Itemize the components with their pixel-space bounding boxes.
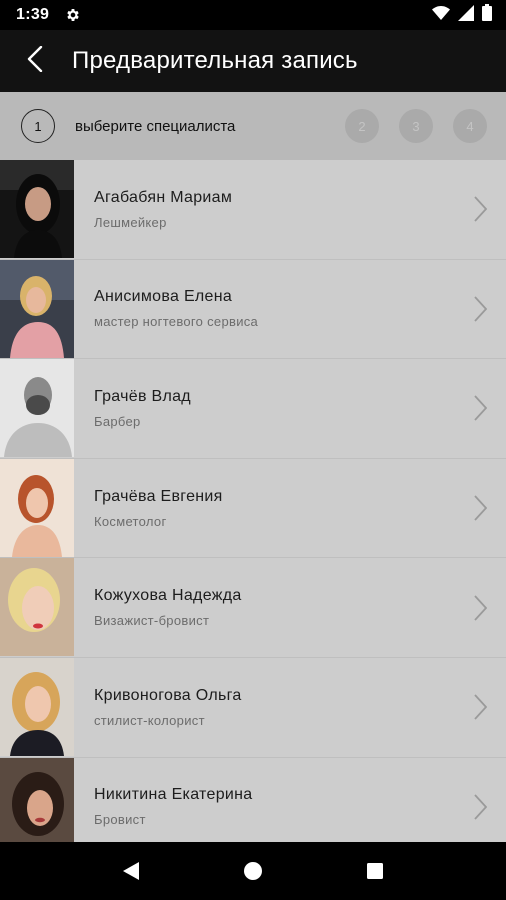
avatar — [0, 160, 74, 258]
back-arrow-icon — [27, 45, 43, 77]
avatar — [0, 259, 74, 358]
back-button[interactable] — [6, 30, 64, 92]
page-title: Предварительная запись — [72, 47, 358, 74]
specialist-role: Косметолог — [94, 513, 167, 529]
back-triangle-icon[interactable] — [111, 851, 151, 891]
chevron-right-icon — [454, 658, 506, 757]
specialist-role: Барбер — [94, 413, 141, 429]
specialist-row[interactable]: Грачёва Евгения Косметолог — [0, 458, 506, 559]
stepper: 1 выберите специалиста 2 3 4 — [0, 92, 506, 160]
specialist-row[interactable]: Агабабян Мариам Лешмейкер — [0, 160, 506, 260]
specialist-row[interactable]: Никитина Екатерина Бровист — [0, 757, 506, 842]
system-nav-bar — [0, 842, 506, 900]
status-time: 1:39 — [16, 6, 50, 23]
specialist-role: Визажист-бровист — [94, 613, 210, 629]
specialist-name: Кривоногова Ольга — [94, 686, 242, 704]
step-label: выберите специалиста — [75, 117, 236, 135]
chevron-right-icon — [454, 558, 506, 657]
gear-icon — [65, 7, 81, 23]
specialist-role: мастер ногтевого сервиса — [94, 314, 259, 330]
specialist-list: Агабабян Мариам Лешмейкер Анисимова Елен… — [0, 160, 506, 842]
home-circle-icon[interactable] — [233, 851, 273, 891]
signal-icon — [458, 4, 474, 26]
specialist-role: Лешмейкер — [94, 214, 167, 230]
specialist-name: Никитина Екатерина — [94, 786, 253, 804]
avatar — [0, 458, 74, 557]
wifi-icon — [432, 5, 450, 26]
specialist-row[interactable]: Кривоногова Ольга стилист-колорист — [0, 657, 506, 758]
step-1-indicator: 1 — [21, 109, 55, 143]
avatar — [0, 558, 74, 657]
avatar — [0, 657, 74, 756]
specialist-row[interactable]: Анисимова Елена мастер ногтевого сервиса — [0, 259, 506, 360]
app-bar: Предварительная запись — [0, 30, 506, 92]
specialist-name: Кожухова Надежда — [94, 587, 242, 605]
recents-square-icon[interactable] — [355, 851, 395, 891]
step-2-indicator: 2 — [345, 109, 379, 143]
specialist-name: Грачёва Евгения — [94, 487, 223, 505]
step-4-indicator: 4 — [453, 109, 487, 143]
specialist-name: Анисимова Елена — [94, 288, 233, 306]
specialist-role: стилист-колорист — [94, 712, 205, 728]
specialist-role: Бровист — [94, 812, 146, 828]
step-3-indicator: 3 — [399, 109, 433, 143]
chevron-right-icon — [454, 160, 506, 259]
status-bar: 1:39 — [0, 0, 506, 30]
chevron-right-icon — [454, 758, 506, 842]
chevron-right-icon — [454, 359, 506, 458]
chevron-right-icon — [454, 260, 506, 359]
specialist-name: Агабабян Мариам — [94, 188, 233, 206]
chevron-right-icon — [454, 459, 506, 558]
specialist-name: Грачёв Влад — [94, 387, 191, 405]
battery-icon — [482, 4, 492, 26]
specialist-row[interactable]: Кожухова Надежда Визажист-бровист — [0, 558, 506, 658]
avatar — [0, 757, 74, 842]
specialist-row[interactable]: Грачёв Влад Барбер — [0, 359, 506, 459]
avatar — [0, 359, 74, 458]
